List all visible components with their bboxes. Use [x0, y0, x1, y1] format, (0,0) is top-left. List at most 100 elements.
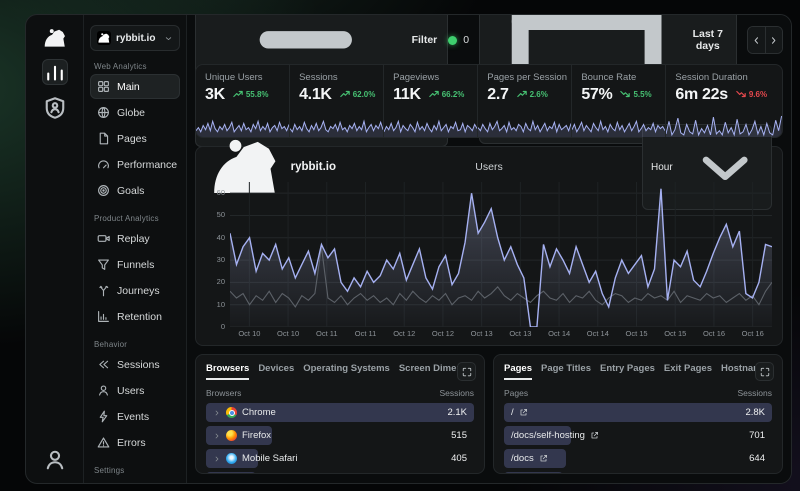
- x-tick-label: Oct 15: [617, 329, 656, 338]
- sidebar-item-retention[interactable]: Retention: [90, 304, 180, 329]
- target-icon: [97, 184, 110, 197]
- chart-body: 0102030405060: [206, 182, 772, 327]
- sidebar-item-funnels[interactable]: Funnels: [90, 252, 180, 277]
- sidebar-item-label: Retention: [117, 311, 162, 323]
- panel-tabs: BrowsersDevicesOperating SystemsScreen D…: [206, 363, 474, 384]
- stat-change: 9.6%: [736, 89, 767, 99]
- main-content: Filter 0 Last 7 days: [186, 15, 791, 483]
- table-row[interactable]: /docs/self-hosting701: [504, 426, 772, 445]
- period-pager: [747, 26, 783, 54]
- sidebar-item-label: Sessions: [117, 359, 160, 371]
- row-label: /: [511, 407, 514, 418]
- x-axis: Oct 10Oct 10Oct 11Oct 11Oct 12Oct 12Oct …: [230, 327, 772, 340]
- table-row[interactable]: /pricing614: [504, 472, 772, 474]
- sidebar-item-replay[interactable]: Replay: [90, 226, 180, 251]
- rail-user-icon[interactable]: [42, 447, 68, 473]
- bottom-panels: BrowsersDevicesOperating SystemsScreen D…: [195, 354, 783, 474]
- y-tick-label: 40: [217, 233, 225, 242]
- desktop-background: rybbit.io Web AnalyticsMainGlobePagesPer…: [0, 0, 800, 491]
- rewind-icon: [97, 358, 110, 371]
- sidebar-item-performance[interactable]: Performance: [90, 152, 180, 177]
- table-row[interactable]: / 2.8K: [504, 403, 772, 422]
- sidebar-item-label: Journeys: [117, 285, 160, 297]
- panel-column-headers: PagesSessions: [504, 388, 772, 398]
- row-value: 2.8K: [745, 407, 765, 418]
- table-row[interactable]: /docs644: [504, 449, 772, 468]
- x-tick-label: Oct 14: [578, 329, 617, 338]
- rail-shield-icon[interactable]: [42, 95, 68, 121]
- tab-page-titles[interactable]: Page Titles: [541, 363, 591, 378]
- stat-sparkline: [572, 112, 665, 137]
- sidebar-item-sessions[interactable]: Sessions: [90, 352, 180, 377]
- sidebar: rybbit.io Web AnalyticsMainGlobePagesPer…: [83, 15, 186, 483]
- tab-entry-pages[interactable]: Entry Pages: [600, 363, 655, 378]
- sidebar-item-users[interactable]: Users: [90, 378, 180, 403]
- trend-up-icon: [340, 89, 350, 99]
- stat-card-bounce-rate[interactable]: Bounce Rate57%5.5%: [571, 65, 665, 137]
- sidebar-item-errors[interactable]: Errors: [90, 430, 180, 455]
- sidebar-section-label: Settings: [94, 466, 176, 475]
- stat-card-unique-users[interactable]: Unique Users3K55.8%: [196, 65, 289, 137]
- stat-value: 57%: [581, 86, 612, 104]
- topbar: Filter 0 Last 7 days: [195, 24, 783, 56]
- workspace-selector[interactable]: rybbit.io: [90, 25, 180, 51]
- stat-card-sessions[interactable]: Sessions4.1K62.0%: [289, 65, 383, 137]
- x-tick-label: Oct 11: [307, 329, 346, 338]
- stat-card-session-duration[interactable]: Session Duration6m 22s9.6%: [665, 65, 782, 137]
- next-period-button[interactable]: [765, 27, 782, 53]
- prev-period-button[interactable]: [748, 27, 765, 53]
- stat-card-pageviews[interactable]: Pageviews11K66.2%: [383, 65, 477, 137]
- table-row[interactable]: Chrome2.1K: [206, 403, 474, 422]
- sidebar-item-pages[interactable]: Pages: [90, 126, 180, 151]
- sidebar-item-label: Errors: [117, 437, 146, 449]
- gauge-icon: [97, 158, 110, 171]
- expand-panel-button[interactable]: [457, 362, 476, 381]
- app-window: rybbit.io Web AnalyticsMainGlobePagesPer…: [25, 14, 792, 484]
- table-row[interactable]: Mobile Chrome393: [206, 472, 474, 474]
- row-bar: [504, 472, 563, 474]
- table-row[interactable]: Mobile Safari405: [206, 449, 474, 468]
- globe-icon: [97, 106, 110, 119]
- external-link-icon[interactable]: [539, 454, 548, 463]
- trend-down-icon: [620, 89, 630, 99]
- trend-down-icon: [736, 89, 746, 99]
- table-row[interactable]: Firefox515: [206, 426, 474, 445]
- tab-operating-systems[interactable]: Operating Systems: [303, 363, 390, 378]
- sidebar-item-globe[interactable]: Globe: [90, 100, 180, 125]
- firefox-icon: [226, 430, 237, 441]
- tab-exit-pages[interactable]: Exit Pages: [664, 363, 712, 378]
- sidebar-item-events[interactable]: Events: [90, 404, 180, 429]
- y-tick-label: 50: [217, 210, 225, 219]
- panel-rows: / 2.8K/docs/self-hosting701/docs644/prici…: [504, 403, 772, 474]
- chart-title: Users: [336, 161, 642, 173]
- x-tick-label: Oct 10: [230, 329, 269, 338]
- sidebar-item-journeys[interactable]: Journeys: [90, 278, 180, 303]
- tab-pages[interactable]: Pages: [504, 363, 532, 380]
- sidebar-item-goals[interactable]: Goals: [90, 178, 180, 203]
- online-count: 0: [463, 34, 469, 46]
- external-link-icon[interactable]: [590, 431, 599, 440]
- tab-devices[interactable]: Devices: [258, 363, 294, 378]
- rail-analytics-icon[interactable]: [42, 59, 68, 85]
- stat-label: Unique Users: [205, 72, 280, 83]
- external-link-icon[interactable]: [519, 408, 528, 417]
- trend-up-icon: [233, 89, 243, 99]
- row-value: 644: [749, 453, 765, 464]
- x-tick-label: Oct 16: [733, 329, 772, 338]
- column-header-left: Pages: [504, 388, 528, 398]
- tab-browsers[interactable]: Browsers: [206, 363, 249, 380]
- stat-card-pages-per-session[interactable]: Pages per Session2.72.6%: [477, 65, 571, 137]
- stat-label: Pageviews: [393, 72, 468, 83]
- stat-value: 4.1K: [299, 86, 332, 104]
- funnel-icon: [97, 258, 110, 271]
- row-value: 515: [451, 430, 467, 441]
- stat-sparkline: [384, 112, 477, 137]
- y-tick-label: 20: [217, 277, 225, 286]
- sidebar-item-label: Users: [117, 385, 144, 397]
- x-tick-label: Oct 13: [501, 329, 540, 338]
- sidebar-item-site-settings[interactable]: Site Settings: [90, 478, 180, 483]
- sidebar-item-main[interactable]: Main: [90, 74, 180, 99]
- zap-icon: [97, 410, 110, 423]
- stat-value: 3K: [205, 86, 225, 104]
- expand-panel-button[interactable]: [755, 362, 774, 381]
